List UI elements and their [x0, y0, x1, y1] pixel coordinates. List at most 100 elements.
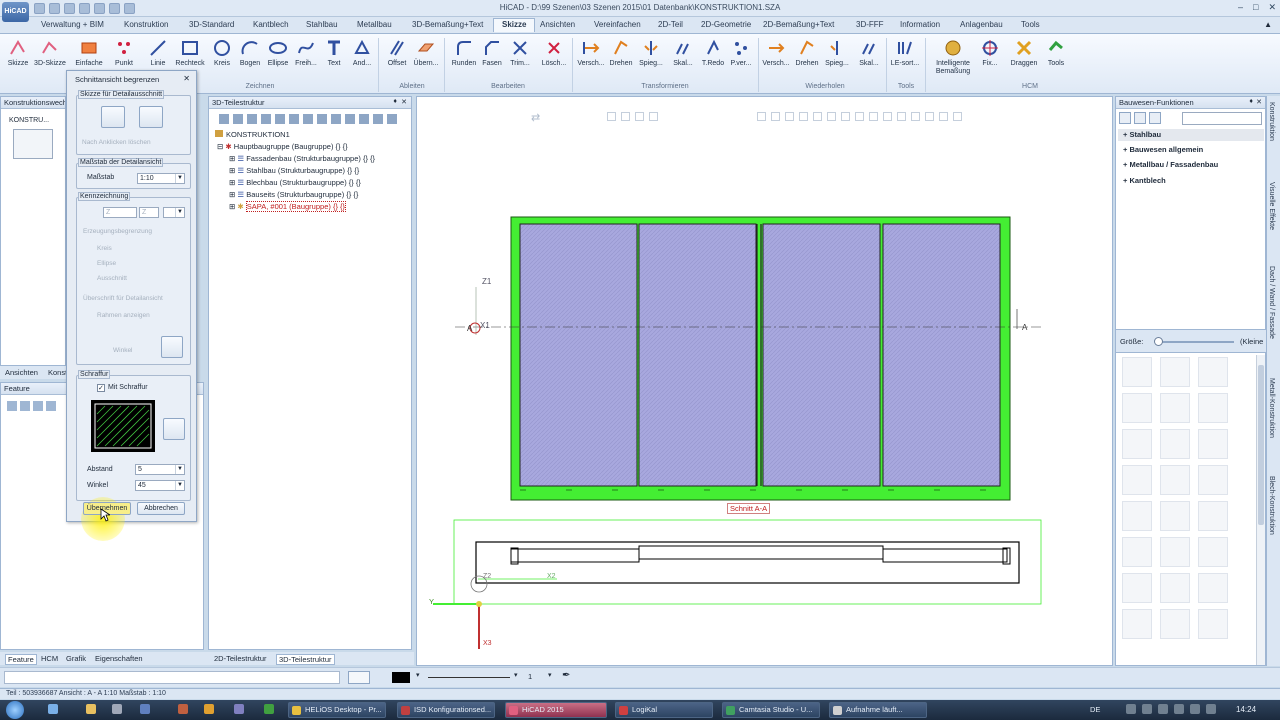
- skalieren-button[interactable]: Skal...: [667, 38, 699, 67]
- palette-tile[interactable]: [1198, 501, 1228, 531]
- palette-tile[interactable]: [1122, 501, 1152, 531]
- palette-tile[interactable]: [1160, 393, 1190, 423]
- fixieren-button[interactable]: Fix...: [974, 38, 1006, 67]
- expand-icon[interactable]: ⊞: [229, 154, 235, 163]
- feature-tool-icon[interactable]: [33, 401, 43, 411]
- tab-konstruktion[interactable]: Konstruktion: [124, 20, 168, 29]
- 3d-skizze-button[interactable]: 3D-Skizze: [34, 38, 66, 67]
- pen-icon[interactable]: ✒: [562, 670, 570, 681]
- linie-button[interactable]: Linie: [142, 38, 174, 67]
- app-icon[interactable]: [112, 704, 122, 714]
- task-logikal[interactable]: LogiKal: [615, 702, 713, 718]
- sketch-new-button[interactable]: [139, 106, 163, 128]
- tab-skizze[interactable]: Skizze: [493, 18, 536, 32]
- help-icon[interactable]: [124, 3, 135, 14]
- plan-view[interactable]: [433, 519, 1042, 649]
- language-indicator[interactable]: DE: [1090, 705, 1100, 714]
- palette-tile[interactable]: [1198, 609, 1228, 639]
- pin-icon[interactable]: ♦: [1249, 98, 1253, 105]
- hatch-select-button[interactable]: [163, 418, 185, 440]
- palette-tile[interactable]: [1198, 573, 1228, 603]
- tray-icon[interactable]: [1126, 704, 1136, 714]
- palette-tile[interactable]: [1198, 393, 1228, 423]
- side-tab-dach-wand[interactable]: Dach / Wand / Fassade: [1268, 266, 1275, 339]
- tree-tool-icon[interactable]: [233, 114, 243, 124]
- app-icon[interactable]: [234, 704, 244, 714]
- explorer-icon[interactable]: [48, 704, 58, 714]
- tab-grafik[interactable]: Grafik: [66, 654, 86, 663]
- linetype-preview[interactable]: [428, 677, 510, 678]
- tab-2d-teil[interactable]: 2D-Teil: [658, 20, 683, 29]
- expand-icon[interactable]: ⊞: [229, 166, 235, 175]
- einfache-button[interactable]: Einfache: [73, 38, 105, 67]
- task-isd[interactable]: ISD Konfigurationsed...: [397, 702, 495, 718]
- radio-ausschnitt[interactable]: Ausschnitt: [97, 275, 127, 282]
- app-icon[interactable]: [178, 704, 188, 714]
- tree-tool-icon[interactable]: [261, 114, 271, 124]
- minimize-icon[interactable]: –: [1238, 2, 1243, 13]
- intelligente-bemassung-button[interactable]: Intelligente Bemaßung: [930, 38, 976, 76]
- loeschen-button[interactable]: Lösch...: [538, 38, 570, 67]
- tree-row[interactable]: ⊞ ☰ Stahlbau (Strukturbaugruppe) {} {}: [229, 166, 359, 178]
- tree-tool-icon[interactable]: [289, 114, 299, 124]
- tree-tool-icon[interactable]: [219, 114, 229, 124]
- size-slider-handle[interactable]: [1154, 337, 1163, 346]
- color-swatch[interactable]: [392, 672, 410, 683]
- tab-eigenschaften[interactable]: Eigenschaften: [95, 654, 143, 663]
- tab-ansichten-left[interactable]: Ansichten: [5, 368, 38, 377]
- skizze-button[interactable]: Skizze: [2, 38, 34, 67]
- palette-scroll-thumb[interactable]: [1258, 365, 1264, 525]
- task-hicad[interactable]: HiCAD 2015: [505, 702, 607, 718]
- feature-tool-icon[interactable]: [20, 401, 30, 411]
- print-icon[interactable]: [109, 3, 120, 14]
- bauwesen-search-input[interactable]: [1182, 112, 1262, 125]
- open-icon[interactable]: [49, 3, 60, 14]
- tab-tools[interactable]: Tools: [1021, 20, 1040, 29]
- palette-tile[interactable]: [1160, 609, 1190, 639]
- tree-tool-icon[interactable]: [359, 114, 369, 124]
- hatch-preview[interactable]: [91, 400, 155, 452]
- feature-tool-icon[interactable]: [46, 401, 56, 411]
- category-stahlbau[interactable]: + Stahlbau: [1118, 129, 1264, 141]
- tab-3d-teilestruktur[interactable]: 3D-Teilestruktur: [276, 654, 335, 665]
- save-icon[interactable]: [64, 3, 75, 14]
- maximize-icon[interactable]: □: [1253, 2, 1258, 13]
- angle-pick-button[interactable]: [161, 336, 183, 358]
- clock[interactable]: 14:24: [1236, 705, 1256, 714]
- palette-tile[interactable]: [1122, 393, 1152, 423]
- palette-tile[interactable]: [1122, 609, 1152, 639]
- section-view[interactable]: [455, 216, 1041, 501]
- palette-tile[interactable]: [1198, 465, 1228, 495]
- palette-tile[interactable]: [1160, 573, 1190, 603]
- color-dropdown-icon[interactable]: ▾: [416, 671, 420, 679]
- palette-tile[interactable]: [1122, 537, 1152, 567]
- layer-icon[interactable]: [348, 671, 370, 684]
- tab-information[interactable]: Information: [900, 20, 940, 29]
- tree-row[interactable]: KONSTRUKTION1: [215, 130, 290, 142]
- volume-icon[interactable]: [1206, 704, 1216, 714]
- tab-anlagenbau[interactable]: Anlagenbau: [960, 20, 1003, 29]
- abstand-select[interactable]: 5 ▼: [135, 464, 185, 475]
- expand-icon[interactable]: ⊞: [229, 190, 235, 199]
- panel-close-icon[interactable]: ✕: [1256, 98, 1262, 106]
- dialog-close-icon[interactable]: ✕: [183, 74, 190, 83]
- repeat-spiegeln-button[interactable]: Spieg...: [821, 38, 853, 67]
- expand-icon[interactable]: ⊞: [229, 202, 235, 211]
- palette-tile[interactable]: [1160, 357, 1190, 387]
- tree-row[interactable]: ⊟ ✱ Hauptbaugruppe (Baugruppe) {} {}: [217, 142, 348, 154]
- section-label[interactable]: Schnitt A-A: [727, 503, 771, 514]
- palette-tile[interactable]: [1198, 537, 1228, 567]
- pin-icon[interactable]: ♦: [393, 98, 397, 105]
- tree-tool-icon[interactable]: [303, 114, 313, 124]
- palette-tile[interactable]: [1122, 357, 1152, 387]
- drawing-canvas[interactable]: ⇄ Z1 X1 A A Schnitt A-A Y Z2 X2 X3: [416, 96, 1113, 666]
- tree-tool-icon[interactable]: [345, 114, 355, 124]
- tab-hcm[interactable]: HCM: [41, 654, 58, 663]
- tab-3d-bemassung[interactable]: 3D-Bemaßung+Text: [412, 20, 483, 29]
- category-metallbau[interactable]: + Metallbau / Fassadenbau: [1118, 160, 1218, 169]
- side-tab-visuelle-effekte[interactable]: Visuelle Effekte: [1268, 182, 1275, 230]
- tree-tool-icon[interactable]: [373, 114, 383, 124]
- close-icon[interactable]: ✕: [1268, 2, 1276, 13]
- redo-icon[interactable]: [94, 3, 105, 14]
- palette-tile[interactable]: [1122, 573, 1152, 603]
